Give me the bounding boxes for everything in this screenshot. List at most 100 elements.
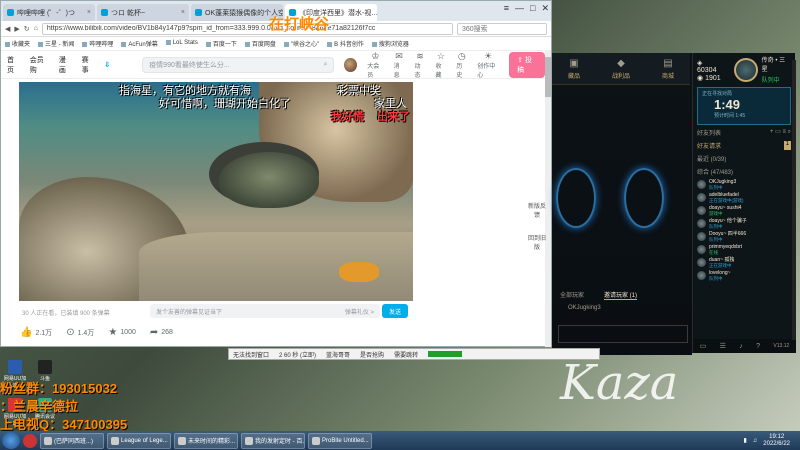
friend-avatar: [697, 258, 706, 267]
menu-icon[interactable]: ≡: [504, 3, 509, 14]
lol-chat-area[interactable]: [558, 325, 688, 343]
sea-turtle: [219, 152, 319, 208]
friend-item[interactable]: adelbluefadel 正在游戏中(游戏): [693, 191, 795, 204]
taskbar-item[interactable]: (巴萨同西班...): [40, 432, 104, 449]
tab-invited-players[interactable]: 邀请玩家 (1): [604, 290, 638, 300]
refresh-icon[interactable]: ↻: [24, 25, 30, 33]
favorite-button[interactable]: ★ 1000: [108, 327, 136, 338]
lol-nav-collection[interactable]: ▣ 藏品: [568, 58, 580, 80]
lol-lobby-tabs: 全部玩家 邀请玩家 (1): [560, 290, 638, 300]
chat-icon[interactable]: ▭: [700, 342, 707, 350]
browser-tab[interactable]: つロ 乾杯~ ×: [97, 4, 189, 21]
lol-nav-store[interactable]: ▤ 商城: [662, 58, 674, 80]
progress-bar: [428, 351, 463, 357]
mission-icon[interactable]: ☰: [720, 342, 726, 350]
header-vip[interactable]: ♔ 大会员: [367, 51, 383, 79]
app-icon: [38, 360, 52, 374]
header-creator[interactable]: ☀ 创作中心: [477, 51, 499, 79]
taskbar-item[interactable]: 未来时间的精彩...: [174, 432, 238, 449]
bookmark[interactable]: 收藏夹: [5, 39, 30, 48]
network-icon[interactable]: ▮: [743, 437, 746, 444]
danmaku-input[interactable]: 发个友善的弹幕见证当下 弹幕礼仪 >: [150, 304, 380, 318]
nav-manga[interactable]: 漫画: [59, 55, 72, 75]
friend-item[interactable]: doayu~ 他个骗子 队列中: [693, 217, 795, 230]
friend-group[interactable]: 最近 (0/39): [693, 152, 795, 165]
scrollbar[interactable]: [792, 60, 796, 340]
friend-avatar: [697, 271, 706, 280]
download-icon[interactable]: ⇩: [104, 61, 110, 69]
forward-icon[interactable]: ▶: [14, 25, 19, 33]
browser-search-box[interactable]: 360搜索: [457, 22, 547, 35]
folder-icon[interactable]: ▭: [775, 129, 781, 135]
bookmark[interactable]: AcFun弹幕: [121, 39, 157, 48]
start-button[interactable]: [2, 432, 20, 449]
app-shortcut-icon[interactable]: [23, 433, 37, 448]
bookmark[interactable]: LoL Stats: [166, 40, 198, 47]
crown-icon: ♔: [371, 50, 380, 61]
clock[interactable]: 19:12 2022/6/22: [763, 434, 790, 448]
bookmark[interactable]: 三星 - 新闻: [38, 39, 74, 48]
nav-vip-shop[interactable]: 会员购: [30, 55, 49, 75]
coin-button[interactable]: ⊙ 1.4万: [66, 327, 94, 338]
scrollbar[interactable]: [545, 51, 551, 347]
help-icon[interactable]: ?: [756, 343, 760, 350]
search-input[interactable]: 疫情990看最终使生么分... ⌕: [142, 56, 335, 73]
bookmark[interactable]: 百度一下: [206, 39, 237, 48]
bookmark[interactable]: 搜狗浏览器: [372, 39, 409, 48]
taskbar-item[interactable]: ProBite Untitled...: [308, 432, 372, 449]
home-icon[interactable]: ⌂: [34, 25, 38, 32]
lol-social-panel: ◈ 60304 ◉ 1901 传奇 • 三星 队列中 正在寻找对局 1:49 预…: [692, 53, 796, 353]
bookmarks-bar: 收藏夹 三星 - 新闻 哔哩哔哩 AcFun弹幕 LoL Stats 百度一下 …: [1, 37, 551, 51]
tab-all-players[interactable]: 全部玩家: [560, 290, 584, 300]
header-favorites[interactable]: ☆ 收藏: [435, 51, 446, 79]
upload-button[interactable]: ⇪ 投稿: [509, 51, 545, 78]
avatar[interactable]: [344, 57, 358, 72]
friend-item[interactable]: doayu~ sushi4 游戏中: [693, 204, 795, 217]
browser-tab[interactable]: 哔哩哔哩 (゜-゜)つ ×: [3, 4, 95, 21]
close-icon[interactable]: ×: [87, 9, 91, 16]
feedback-link[interactable]: 新版反馈: [528, 201, 546, 219]
header-dynamics[interactable]: ≋ 动态: [415, 51, 426, 79]
url-input[interactable]: [41, 22, 453, 35]
video-player[interactable]: 指海星，有它的地方就有海 好可惜啊，珊瑚开始白化了 彩票中奖 家里人 我好慌 出…: [19, 82, 413, 301]
maximize-icon[interactable]: □: [530, 3, 535, 14]
friend-item[interactable]: Dooyu~ 四半666 队列中: [693, 230, 795, 243]
friend-avatar: [697, 219, 706, 228]
back-icon[interactable]: ◀: [5, 25, 10, 33]
friend-item[interactable]: lovelong~ 队列中: [693, 269, 795, 282]
desktop-shortcut[interactable]: 斗鱼: [32, 360, 58, 382]
minimize-icon[interactable]: —: [515, 3, 524, 14]
like-button[interactable]: 👍 2.1万: [20, 327, 52, 338]
danmaku-etiquette-link[interactable]: 弹幕礼仪 >: [345, 307, 374, 316]
friend-item[interactable]: primmyeqdxbrt 在线: [693, 243, 795, 256]
friend-item[interactable]: OKJugking3 队列中: [693, 178, 795, 191]
search-icon[interactable]: ⌕: [788, 129, 791, 135]
friend-group[interactable]: 综合 (47/483): [693, 165, 795, 178]
bookmark[interactable]: 哔哩哔哩: [82, 39, 113, 48]
sort-icon[interactable]: ≡: [782, 129, 786, 135]
queue-timer[interactable]: 正在寻找对局 1:49 预计时间 1:45: [697, 87, 791, 125]
volume-icon[interactable]: ♫: [753, 438, 758, 444]
share-button[interactable]: ➦ 268: [150, 327, 173, 338]
voice-icon[interactable]: ♪: [739, 343, 743, 350]
add-friend-icon[interactable]: +: [770, 129, 774, 135]
close-icon[interactable]: ×: [181, 9, 185, 16]
old-version-link[interactable]: 回到旧版: [528, 233, 546, 251]
friend-requests[interactable]: 好友请求 1: [693, 139, 795, 152]
close-window-icon[interactable]: ✕: [541, 3, 549, 14]
taskbar-item[interactable]: League of Lege...: [107, 432, 171, 449]
scrollbar-thumb[interactable]: [545, 57, 551, 97]
lol-nav-loot[interactable]: ◆ 战利品: [612, 58, 630, 80]
summoner-avatar[interactable]: [733, 58, 758, 82]
header-messages[interactable]: ✉ 消息: [394, 51, 405, 79]
bookmark[interactable]: 百度网盘: [245, 39, 276, 48]
friend-item[interactable]: duan~ 孤独 正在游戏中: [693, 256, 795, 269]
nav-esports[interactable]: 赛事: [82, 55, 95, 75]
header-history[interactable]: ◷ 历史: [456, 51, 467, 79]
search-icon[interactable]: ⌕: [324, 61, 328, 69]
nav-home[interactable]: 首页: [7, 55, 20, 75]
bookmark[interactable]: B 抖音创作: [327, 39, 364, 48]
taskbar-item[interactable]: 我的发射定时 - 百...: [241, 432, 305, 449]
send-danmaku-button[interactable]: 发送: [382, 304, 408, 318]
bookmark[interactable]: "峡谷之心": [284, 39, 319, 48]
